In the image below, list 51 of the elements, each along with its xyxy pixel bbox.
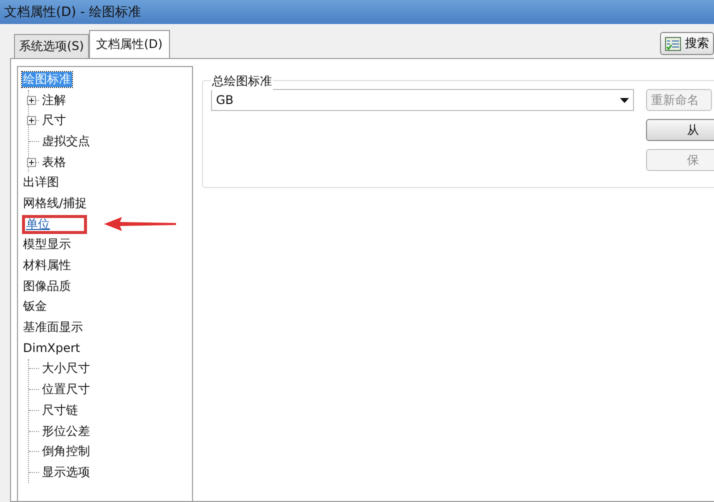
tree-item[interactable]: 材料属性 — [22, 258, 72, 274]
tree-row[interactable]: 网格线/捕捉 — [22, 193, 188, 214]
tree-row[interactable]: 基准面显示 — [22, 317, 188, 338]
search-button[interactable]: 搜索 — [660, 32, 714, 55]
arrow-icon — [104, 216, 176, 232]
tree-item[interactable]: 虚拟交点 — [41, 134, 91, 149]
dialog-button[interactable]: 从 — [646, 119, 714, 141]
tree-row[interactable]: 出详图 — [22, 172, 188, 194]
expand-icon[interactable] — [27, 158, 36, 167]
group-title: 总绘图标准 — [211, 73, 273, 90]
tree-row[interactable]: 倒角控制 — [29, 441, 188, 462]
tree-item[interactable]: 表格 — [41, 154, 67, 170]
tree-item[interactable]: 尺寸 — [41, 113, 67, 128]
tree-item[interactable]: 显示选项 — [41, 464, 91, 480]
dropdown-caret-icon — [620, 98, 629, 102]
tree-row[interactable]: 位置尺寸 — [29, 379, 188, 400]
window-title: 文档属性(D) - 绘图标准 — [4, 4, 142, 21]
tree-item[interactable]: 网格线/捕捉 — [22, 196, 88, 211]
tree-row[interactable]: 图像品质 — [22, 276, 188, 297]
checklist-icon — [665, 36, 681, 50]
tree-item[interactable]: 模型显示 — [22, 237, 72, 252]
tree-item[interactable]: 钣金 — [22, 299, 48, 314]
tree-row[interactable]: 表格 — [29, 152, 188, 172]
tree-item[interactable]: 倒角控制 — [41, 444, 91, 460]
tree-item[interactable]: 基准面显示 — [22, 320, 84, 336]
tree-item[interactable]: DimXpert — [22, 340, 82, 356]
tree-item[interactable]: 注解 — [41, 92, 67, 108]
tree-item[interactable]: 出详图 — [22, 175, 60, 190]
tree-row[interactable]: 形位公差 — [29, 420, 188, 442]
tree-row[interactable]: 显示选项 — [29, 462, 188, 483]
tree-row[interactable]: 尺寸链 — [29, 400, 188, 421]
tree-row[interactable]: 大小尺寸 — [29, 358, 188, 380]
tree-item[interactable]: 单位 — [22, 214, 87, 234]
expand-icon[interactable] — [27, 116, 36, 126]
tree-row[interactable]: 模型显示 — [22, 234, 188, 256]
tree-item[interactable]: 形位公差 — [41, 424, 91, 439]
tree-row[interactable]: 钣金 — [22, 296, 188, 318]
tree-row[interactable]: 尺寸 — [29, 110, 188, 132]
tree-item[interactable]: 大小尺寸 — [41, 361, 91, 376]
tree-item[interactable]: 尺寸链 — [41, 402, 79, 418]
tree-row[interactable]: 材料属性 — [22, 255, 188, 276]
tab[interactable]: 系统选项(S) — [14, 34, 89, 58]
tree-row[interactable]: 单位 — [22, 214, 188, 234]
tree-item[interactable]: 图像品质 — [22, 278, 72, 294]
tree-row[interactable]: DimXpert — [22, 338, 188, 359]
tree-row[interactable]: 虚拟交点 — [29, 131, 188, 152]
standard-dropdown[interactable]: GB — [211, 89, 634, 111]
tab[interactable]: 文档属性(D) — [88, 30, 170, 58]
tree-item[interactable]: 位置尺寸 — [41, 382, 91, 398]
expand-icon[interactable] — [27, 96, 36, 105]
tree-row[interactable]: 注解 — [29, 90, 188, 110]
